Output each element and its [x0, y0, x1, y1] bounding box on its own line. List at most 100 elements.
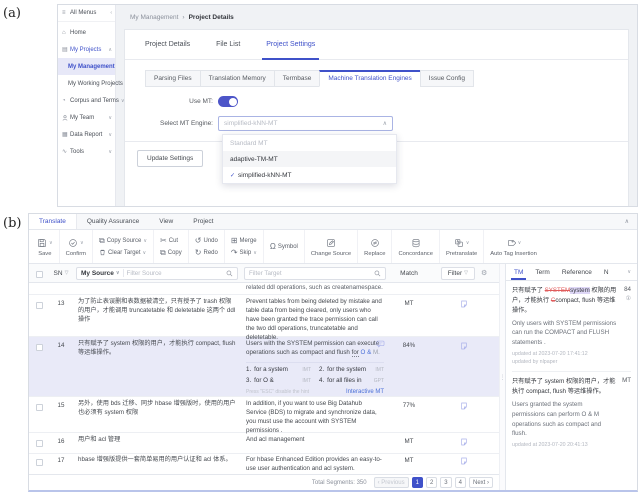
comment-bubble-icon[interactable]: [376, 340, 385, 348]
filter-source-input[interactable]: [127, 270, 223, 277]
search-icon[interactable]: [226, 270, 233, 277]
row-checkbox[interactable]: [36, 459, 43, 466]
chevron-down-icon[interactable]: ∨: [627, 269, 635, 275]
filter-button[interactable]: Filter ▽: [441, 267, 475, 280]
table-row[interactable]: 16 用户和 acl 管理 And acl management MT: [29, 433, 499, 454]
tab-term[interactable]: Term: [529, 264, 555, 280]
imt-suggestion-2[interactable]: 2. for the system IMT: [319, 366, 384, 375]
row-checkbox[interactable]: [36, 344, 43, 351]
dropdown-option-standard-mt[interactable]: Standard MT: [223, 135, 396, 151]
note-icon[interactable]: [429, 337, 499, 400]
filter-icon[interactable]: ▽: [65, 270, 69, 276]
save-button[interactable]: ∨ Save: [31, 230, 60, 263]
tab-project-settings[interactable]: Project Settings: [266, 30, 315, 59]
target-cell[interactable]: For hbase Enhanced Edition provides an e…: [241, 454, 389, 474]
sidebar-item-data-report[interactable]: ▦ Data Report ∨: [58, 126, 115, 143]
filter-target-input[interactable]: [249, 270, 371, 277]
symbol-button[interactable]: Ω Symbol: [270, 243, 298, 251]
confirm-button[interactable]: ∨ Confirm: [60, 230, 93, 263]
page-button-3[interactable]: 3: [440, 477, 451, 488]
auto-tag-insertion-button[interactable]: ∨ Auto Tag Insertion: [484, 230, 543, 263]
gear-icon[interactable]: ⚙: [481, 269, 487, 277]
target-cell-editing[interactable]: Users with the SYSTEM permission can exe…: [241, 337, 389, 400]
chevron-down-icon[interactable]: ∨: [49, 240, 53, 246]
sidebar-item-tools[interactable]: ∿ Tools ∨: [58, 143, 115, 160]
use-mt-toggle[interactable]: [218, 96, 238, 107]
clear-target-button[interactable]: Clear Target ∨: [99, 249, 147, 256]
tab-reference[interactable]: Reference: [556, 264, 598, 280]
pretranslate-button[interactable]: ∨ Pretranslate: [440, 230, 484, 263]
mt-engine-select[interactable]: simplified-kNN-MT ∧: [218, 116, 393, 131]
breadcrumb-parent[interactable]: My Management: [130, 14, 178, 21]
note-icon[interactable]: [429, 454, 499, 474]
subtab-parsing-files[interactable]: Parsing Files: [145, 70, 201, 87]
tm-match-item[interactable]: 只有赋予了 SYSTEMsystem 权限的用户，才能执行 Ccompact, …: [512, 286, 631, 366]
table-row-partial[interactable]: related ddl operations, such as createna…: [29, 283, 499, 295]
menu-view[interactable]: View: [149, 214, 183, 229]
subtab-termbase[interactable]: Termbase: [274, 70, 321, 87]
imt-suggestion-1[interactable]: 1. for a system IMT: [246, 366, 311, 375]
copy-source-button[interactable]: ⧉ Copy Source ∨: [99, 237, 147, 245]
dropdown-option-simplified-knn-mt[interactable]: ✓ simplified-kNN-MT: [223, 167, 396, 183]
tab-project-details[interactable]: Project Details: [145, 30, 190, 59]
table-row[interactable]: 17 hbase 增强版提供一套简单易用的用户认证和 acl 体系。 For h…: [29, 454, 499, 471]
info-icon[interactable]: ①: [626, 295, 631, 302]
undo-button[interactable]: ↺ Undo: [195, 237, 218, 245]
page-button-2[interactable]: 2: [426, 477, 437, 488]
sidebar-item-my-working-projects[interactable]: My Working Projects: [58, 75, 115, 92]
table-row[interactable]: 13 为了防止表误删和表数据被清空，只有授予了 trash 权限的用户，才能调用…: [29, 295, 499, 337]
tm-match-item[interactable]: 只有赋予了 system 权限的用户，才能执行 compact, flush 等…: [512, 377, 631, 449]
skip-button[interactable]: ↷ Skip ∨: [231, 249, 257, 257]
subtab-issue-config[interactable]: Issue Config: [420, 70, 474, 87]
page-button-4[interactable]: 4: [455, 477, 466, 488]
dropdown-option-adaptive-tm-mt[interactable]: adaptive-TM-MT: [223, 151, 396, 167]
table-row[interactable]: 15 另外，使用 bds 迁移、同步 hbase 增强版时，使用的用户也必须有 …: [29, 397, 499, 433]
collapse-toolbar-icon[interactable]: ∧: [625, 214, 637, 229]
imt-suggestion-4[interactable]: 4. for all files in GPT: [319, 377, 384, 386]
menu-project[interactable]: Project: [183, 214, 223, 229]
page-button-1[interactable]: 1: [412, 477, 423, 488]
select-all-checkbox[interactable]: [36, 271, 43, 278]
copy-button[interactable]: ⧉ Copy: [160, 249, 182, 257]
source-scope-select[interactable]: My Source ∨: [81, 270, 120, 277]
row-checkbox[interactable]: [36, 440, 43, 447]
chevron-down-icon: ∨: [108, 132, 112, 138]
menu-quality-assurance[interactable]: Quality Assurance: [77, 214, 149, 229]
sidebar-item-corpus-and-terms[interactable]: ◔ Corpus and Terms ∨: [58, 92, 115, 109]
sidebar-item-my-projects[interactable]: ▤ My Projects ∧: [58, 41, 115, 58]
collapse-sidebar-icon[interactable]: ‹: [110, 10, 112, 16]
sidebar-item-all-menus[interactable]: ≡ All Menus ‹: [58, 5, 115, 22]
sidebar-item-my-team[interactable]: My Team ∨: [58, 109, 115, 126]
tab-tm[interactable]: TM: [508, 264, 529, 280]
table-row-selected[interactable]: 14 只有赋予了 system 权限的用户，才能执行 compact, flus…: [29, 337, 499, 397]
menu-translate[interactable]: Translate: [29, 214, 77, 229]
panel-resize-handle[interactable]: ⋮: [499, 264, 506, 490]
row-checkbox[interactable]: [36, 404, 43, 411]
sidebar-item-home[interactable]: ⌂ Home: [58, 24, 115, 41]
target-cell[interactable]: And acl management: [241, 433, 389, 453]
cut-button[interactable]: ✂ Cut: [160, 237, 182, 245]
chevron-down-icon[interactable]: ∨: [80, 240, 84, 246]
sn-column-header[interactable]: SN ▽: [49, 270, 73, 277]
next-page-button[interactable]: Next ›: [469, 477, 493, 488]
tab-file-list[interactable]: File List: [216, 30, 240, 59]
search-icon[interactable]: [374, 270, 381, 277]
replace-button[interactable]: Replace: [358, 230, 392, 263]
concordance-button[interactable]: Concordance: [392, 230, 439, 263]
tab-notes-truncated[interactable]: N: [598, 264, 615, 280]
subtab-machine-translation-engines[interactable]: Machine Translation Engines: [319, 70, 420, 87]
sidebar-item-my-management[interactable]: My Management: [58, 58, 115, 75]
update-settings-button[interactable]: Update Settings: [137, 150, 203, 167]
merge-button[interactable]: ⊞ Merge: [231, 237, 257, 245]
interactive-mt-link[interactable]: Interactive MT: [346, 388, 384, 397]
redo-button[interactable]: ↻ Redo: [195, 249, 218, 257]
note-icon[interactable]: [429, 433, 499, 453]
tm-panel: TM Term Reference N ∨ 只有赋予了 SYSTEMsystem…: [506, 264, 637, 490]
chevron-down-icon[interactable]: ∨: [518, 240, 522, 246]
previous-page-button[interactable]: ‹ Previous: [374, 477, 409, 488]
subtab-translation-memory[interactable]: Translation Memory: [200, 70, 275, 87]
imt-suggestion-3[interactable]: 3. for O & IMT: [246, 377, 311, 386]
chevron-down-icon[interactable]: ∨: [466, 240, 470, 246]
row-checkbox[interactable]: [36, 302, 43, 309]
change-source-button[interactable]: Change Source: [305, 230, 358, 263]
